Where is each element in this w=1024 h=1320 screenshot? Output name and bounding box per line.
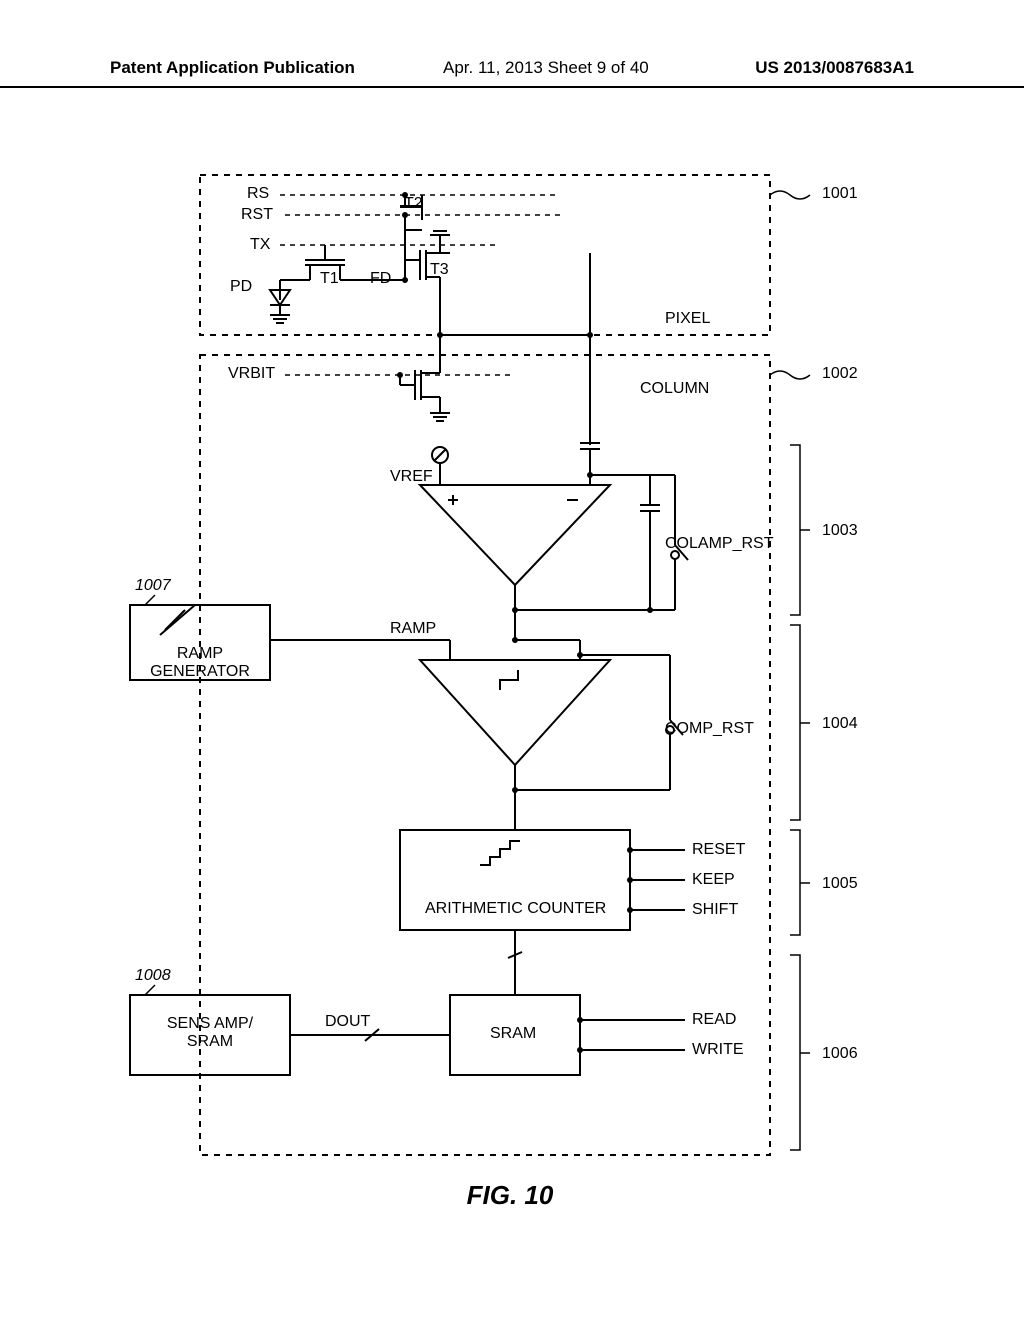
label-t1: T1 xyxy=(320,270,339,288)
label-shift: SHIFT xyxy=(692,901,738,919)
label-reset: RESET xyxy=(692,841,745,859)
label-comp-rst: COMP_RST xyxy=(665,720,754,738)
ref-1004: 1004 xyxy=(822,715,858,733)
label-column: COLUMN xyxy=(640,380,709,398)
label-tx: TX xyxy=(250,236,270,254)
label-vref: VREF xyxy=(390,468,433,486)
label-rs: RS xyxy=(247,185,269,203)
figure-title: FIG. 10 xyxy=(110,1180,910,1211)
page: Patent Application Publication Apr. 11, … xyxy=(0,0,1024,1320)
page-header: Patent Application Publication Apr. 11, … xyxy=(0,58,1024,88)
label-pixel: PIXEL xyxy=(665,310,710,328)
figure-container: RS RST TX PD T1 T2 T3 FD PIXEL VRBIT COL… xyxy=(110,165,910,1225)
label-vrbit: VRBIT xyxy=(228,365,275,383)
ref-1008: 1008 xyxy=(135,967,171,985)
ref-1007: 1007 xyxy=(135,577,171,595)
label-dout: DOUT xyxy=(325,1013,370,1031)
label-fd: FD xyxy=(370,270,391,288)
label-sram: SRAM xyxy=(490,1025,536,1043)
header-left: Patent Application Publication xyxy=(110,58,355,78)
label-colamp-rst: COLAMP_RST xyxy=(665,535,773,553)
label-read: READ xyxy=(692,1011,736,1029)
header-mid: Apr. 11, 2013 Sheet 9 of 40 xyxy=(443,58,649,78)
label-ramp-generator: RAMP GENERATOR xyxy=(150,645,250,681)
label-t2: T2 xyxy=(404,195,423,213)
ref-1006: 1006 xyxy=(822,1045,858,1063)
ref-1003: 1003 xyxy=(822,522,858,540)
label-write: WRITE xyxy=(692,1041,744,1059)
label-sensamp: SENS AMP/ SRAM xyxy=(155,1015,265,1051)
label-ramp: RAMP xyxy=(390,620,436,638)
header-right: US 2013/0087683A1 xyxy=(755,58,914,78)
label-pd: PD xyxy=(230,278,252,296)
label-arithmetic-counter: ARITHMETIC COUNTER xyxy=(425,900,606,918)
ref-1001: 1001 xyxy=(822,185,858,203)
ref-1005: 1005 xyxy=(822,875,858,893)
ref-1002: 1002 xyxy=(822,365,858,383)
label-rst: RST xyxy=(241,206,273,224)
label-t3: T3 xyxy=(430,261,449,279)
label-keep: KEEP xyxy=(692,871,735,889)
